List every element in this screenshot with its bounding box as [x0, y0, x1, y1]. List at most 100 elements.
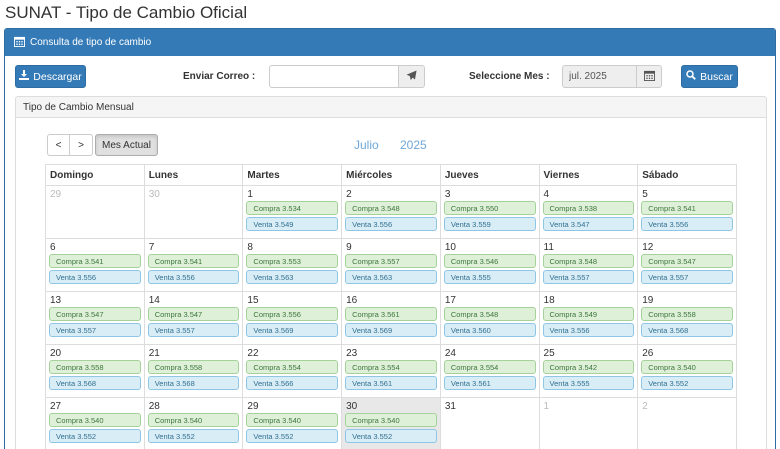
calendar-day-cell[interactable]: 7 Compra 3.541 Venta 3.556 — [143, 238, 244, 292]
month-picker-button[interactable] — [636, 65, 662, 88]
calendar-day-cell[interactable]: 3 Compra 3.550 Venta 3.559 — [439, 185, 540, 239]
search-button[interactable]: Buscar — [681, 65, 738, 88]
sell-rate-badge[interactable]: Venta 3.556 — [641, 217, 733, 231]
buy-rate-badge[interactable]: Compra 3.554 — [443, 360, 536, 374]
buy-rate-badge[interactable]: Compra 3.534 — [246, 201, 339, 215]
calendar-day-cell[interactable]: 29 Compra 3.540 Venta 3.552 — [242, 397, 343, 449]
sell-rate-badge[interactable]: Venta 3.552 — [147, 429, 240, 443]
calendar-day-cell[interactable]: 2 — [637, 397, 737, 449]
buy-rate-badge[interactable]: Compra 3.541 — [147, 254, 240, 268]
calendar-day-cell[interactable]: 24 Compra 3.554 Venta 3.561 — [439, 344, 540, 398]
next-month-button[interactable]: > — [70, 134, 93, 156]
calendar-day-cell[interactable]: 17 Compra 3.548 Venta 3.560 — [439, 291, 540, 345]
calendar-day-cell[interactable]: 18 Compra 3.549 Venta 3.556 — [538, 291, 639, 345]
calendar-day-cell[interactable]: 1 Compra 3.534 Venta 3.549 — [242, 185, 343, 239]
calendar-day-cell[interactable]: 26 Compra 3.540 Venta 3.552 — [637, 344, 737, 398]
calendar-day-cell[interactable]: 6 Compra 3.541 Venta 3.556 — [45, 238, 145, 292]
buy-rate-badge[interactable]: Compra 3.549 — [542, 307, 635, 321]
buy-rate-badge[interactable]: Compra 3.558 — [49, 360, 141, 374]
buy-rate-badge[interactable]: Compra 3.558 — [641, 307, 733, 321]
buy-rate-badge[interactable]: Compra 3.561 — [345, 307, 437, 321]
sell-rate-badge[interactable]: Venta 3.569 — [246, 323, 339, 337]
buy-rate-badge[interactable]: Compra 3.542 — [542, 360, 635, 374]
buy-rate-badge[interactable]: Compra 3.540 — [345, 413, 437, 427]
sell-rate-badge[interactable]: Venta 3.556 — [345, 217, 437, 231]
sell-rate-badge[interactable]: Venta 3.568 — [49, 376, 141, 390]
buy-rate-badge[interactable]: Compra 3.548 — [345, 201, 437, 215]
prev-month-button[interactable]: < — [47, 134, 70, 156]
buy-rate-badge[interactable]: Compra 3.554 — [345, 360, 437, 374]
calendar-day-cell[interactable]: 13 Compra 3.547 Venta 3.557 — [45, 291, 145, 345]
sell-rate-badge[interactable]: Venta 3.557 — [641, 270, 733, 284]
calendar-day-cell[interactable]: 9 Compra 3.557 Venta 3.563 — [341, 238, 441, 292]
sell-rate-badge[interactable]: Venta 3.556 — [542, 323, 635, 337]
sell-rate-badge[interactable]: Venta 3.560 — [443, 323, 536, 337]
sell-rate-badge[interactable]: Venta 3.552 — [246, 429, 339, 443]
send-email-button[interactable] — [398, 65, 425, 88]
sell-rate-badge[interactable]: Venta 3.557 — [542, 270, 635, 284]
calendar-day-cell[interactable]: 11 Compra 3.548 Venta 3.557 — [538, 238, 639, 292]
sell-rate-badge[interactable]: Venta 3.557 — [147, 323, 240, 337]
calendar-day-cell[interactable]: 29 — [45, 185, 145, 239]
sell-rate-badge[interactable]: Venta 3.556 — [147, 270, 240, 284]
buy-rate-badge[interactable]: Compra 3.540 — [49, 413, 141, 427]
calendar-day-cell[interactable]: 31 — [439, 397, 540, 449]
sell-rate-badge[interactable]: Venta 3.563 — [345, 270, 437, 284]
calendar-day-cell[interactable]: 25 Compra 3.542 Venta 3.555 — [538, 344, 639, 398]
download-button[interactable]: Descargar — [15, 65, 86, 88]
calendar-day-cell[interactable]: 4 Compra 3.538 Venta 3.547 — [538, 185, 639, 239]
calendar-day-cell[interactable]: 20 Compra 3.558 Venta 3.568 — [45, 344, 145, 398]
calendar-day-cell[interactable]: 8 Compra 3.553 Venta 3.563 — [242, 238, 343, 292]
sell-rate-badge[interactable]: Venta 3.559 — [443, 217, 536, 231]
buy-rate-badge[interactable]: Compra 3.548 — [443, 307, 536, 321]
sell-rate-badge[interactable]: Venta 3.566 — [246, 376, 339, 390]
current-month-button[interactable]: Mes Actual — [95, 134, 158, 156]
sell-rate-badge[interactable]: Venta 3.556 — [49, 270, 141, 284]
calendar-day-cell[interactable]: 23 Compra 3.554 Venta 3.561 — [341, 344, 441, 398]
calendar-day-cell[interactable]: 30 Compra 3.540 Venta 3.552 — [341, 397, 441, 449]
sell-rate-badge[interactable]: Venta 3.552 — [345, 429, 437, 443]
calendar-day-cell[interactable]: 27 Compra 3.540 Venta 3.552 — [45, 397, 145, 449]
calendar-day-cell[interactable]: 5 Compra 3.541 Venta 3.556 — [637, 185, 737, 239]
sell-rate-badge[interactable]: Venta 3.561 — [345, 376, 437, 390]
calendar-day-cell[interactable]: 14 Compra 3.547 Venta 3.557 — [143, 291, 244, 345]
buy-rate-badge[interactable]: Compra 3.540 — [641, 360, 733, 374]
calendar-day-cell[interactable]: 1 — [538, 397, 639, 449]
sell-rate-badge[interactable]: Venta 3.555 — [542, 376, 635, 390]
calendar-day-cell[interactable]: 28 Compra 3.540 Venta 3.552 — [143, 397, 244, 449]
month-input[interactable] — [562, 65, 637, 88]
calendar-day-cell[interactable]: 22 Compra 3.554 Venta 3.566 — [242, 344, 343, 398]
buy-rate-badge[interactable]: Compra 3.547 — [641, 254, 733, 268]
buy-rate-badge[interactable]: Compra 3.558 — [147, 360, 240, 374]
sell-rate-badge[interactable]: Venta 3.563 — [246, 270, 339, 284]
buy-rate-badge[interactable]: Compra 3.550 — [443, 201, 536, 215]
buy-rate-badge[interactable]: Compra 3.541 — [641, 201, 733, 215]
calendar-day-cell[interactable]: 16 Compra 3.561 Venta 3.569 — [341, 291, 441, 345]
sell-rate-badge[interactable]: Venta 3.568 — [641, 323, 733, 337]
calendar-day-cell[interactable]: 12 Compra 3.547 Venta 3.557 — [637, 238, 737, 292]
calendar-day-cell[interactable]: 30 — [143, 185, 244, 239]
sell-rate-badge[interactable]: Venta 3.561 — [443, 376, 536, 390]
calendar-day-cell[interactable]: 21 Compra 3.558 Venta 3.568 — [143, 344, 244, 398]
buy-rate-badge[interactable]: Compra 3.540 — [147, 413, 240, 427]
buy-rate-badge[interactable]: Compra 3.538 — [542, 201, 635, 215]
buy-rate-badge[interactable]: Compra 3.547 — [49, 307, 141, 321]
sell-rate-badge[interactable]: Venta 3.552 — [641, 376, 733, 390]
sell-rate-badge[interactable]: Venta 3.555 — [443, 270, 536, 284]
calendar-day-cell[interactable]: 15 Compra 3.556 Venta 3.569 — [242, 291, 343, 345]
buy-rate-badge[interactable]: Compra 3.557 — [345, 254, 437, 268]
sell-rate-badge[interactable]: Venta 3.549 — [246, 217, 339, 231]
sell-rate-badge[interactable]: Venta 3.568 — [147, 376, 240, 390]
sell-rate-badge[interactable]: Venta 3.552 — [49, 429, 141, 443]
sell-rate-badge[interactable]: Venta 3.557 — [49, 323, 141, 337]
sell-rate-badge[interactable]: Venta 3.547 — [542, 217, 635, 231]
buy-rate-badge[interactable]: Compra 3.548 — [542, 254, 635, 268]
calendar-day-cell[interactable]: 19 Compra 3.558 Venta 3.568 — [637, 291, 737, 345]
email-input[interactable] — [269, 65, 399, 88]
calendar-day-cell[interactable]: 2 Compra 3.548 Venta 3.556 — [341, 185, 441, 239]
sell-rate-badge[interactable]: Venta 3.569 — [345, 323, 437, 337]
buy-rate-badge[interactable]: Compra 3.556 — [246, 307, 339, 321]
calendar-day-cell[interactable]: 10 Compra 3.546 Venta 3.555 — [439, 238, 540, 292]
buy-rate-badge[interactable]: Compra 3.554 — [246, 360, 339, 374]
buy-rate-badge[interactable]: Compra 3.553 — [246, 254, 339, 268]
